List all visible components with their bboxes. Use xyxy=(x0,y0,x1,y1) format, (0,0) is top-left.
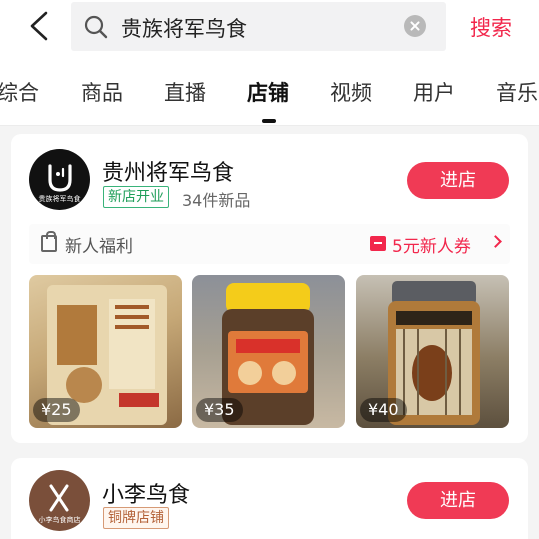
shop-name[interactable]: 贵州将军鸟食 xyxy=(102,155,234,187)
new-shop-badge: 新店开业 xyxy=(103,186,169,208)
product-thumbnail[interactable]: ¥35 xyxy=(192,275,345,428)
product-thumbnail[interactable]: ¥25 xyxy=(29,275,182,428)
coupon-icon xyxy=(370,236,386,251)
avatar[interactable]: 小李鸟食商店 xyxy=(29,470,90,531)
tab-users[interactable]: 用户 xyxy=(413,77,455,107)
bronze-shop-badge: 铜牌店铺 xyxy=(103,507,169,529)
search-button[interactable]: 搜索 xyxy=(470,12,512,42)
search-icon xyxy=(84,15,108,39)
result-tabs: 综合 商品 直播 店铺 视频 用户 音乐 xyxy=(0,56,539,126)
newcomer-welfare-bar[interactable]: 新人福利 5元新人券 xyxy=(29,224,510,264)
tab-products[interactable]: 商品 xyxy=(81,77,123,107)
active-tab-indicator xyxy=(262,119,276,123)
tab-live[interactable]: 直播 xyxy=(164,77,206,107)
avatar-text: 小李鸟食商店 xyxy=(38,516,81,524)
shop-name[interactable]: 小李鸟食 xyxy=(102,477,190,509)
clear-icon[interactable] xyxy=(404,15,426,37)
new-products-count: 34件新品 xyxy=(182,191,251,210)
chevron-right-icon xyxy=(489,235,502,248)
avatar[interactable]: 贵族将军鸟食 xyxy=(29,149,90,210)
welfare-label: 新人福利 xyxy=(65,237,133,257)
product-thumbnail[interactable]: ¥40 xyxy=(356,275,509,428)
price-tag: ¥35 xyxy=(196,398,243,422)
price-tag: ¥25 xyxy=(33,398,80,422)
coupon-text[interactable]: 5元新人券 xyxy=(392,232,471,257)
tab-videos[interactable]: 视频 xyxy=(330,77,372,107)
shop-card[interactable]: 小李鸟食商店 小李鸟食 铜牌店铺 进店 xyxy=(11,458,528,539)
price-tag: ¥40 xyxy=(360,398,407,422)
avatar-text: 贵族将军鸟食 xyxy=(38,195,81,203)
enter-shop-button[interactable]: 进店 xyxy=(407,162,509,199)
tab-music[interactable]: 音乐 xyxy=(496,77,538,107)
tab-all[interactable]: 综合 xyxy=(0,77,39,107)
enter-shop-button[interactable]: 进店 xyxy=(407,482,509,519)
search-query[interactable]: 贵族将军鸟食 xyxy=(121,13,247,43)
shop-card[interactable]: 贵族将军鸟食 贵州将军鸟食 新店开业 34件新品 进店 新人福利 5元新人券 ¥… xyxy=(11,134,528,443)
search-header: 贵族将军鸟食 搜索 xyxy=(0,0,539,56)
tab-shops[interactable]: 店铺 xyxy=(247,77,289,107)
bag-icon xyxy=(41,231,57,252)
search-input[interactable]: 贵族将军鸟食 xyxy=(71,2,446,51)
back-arrow-icon[interactable] xyxy=(26,10,56,42)
